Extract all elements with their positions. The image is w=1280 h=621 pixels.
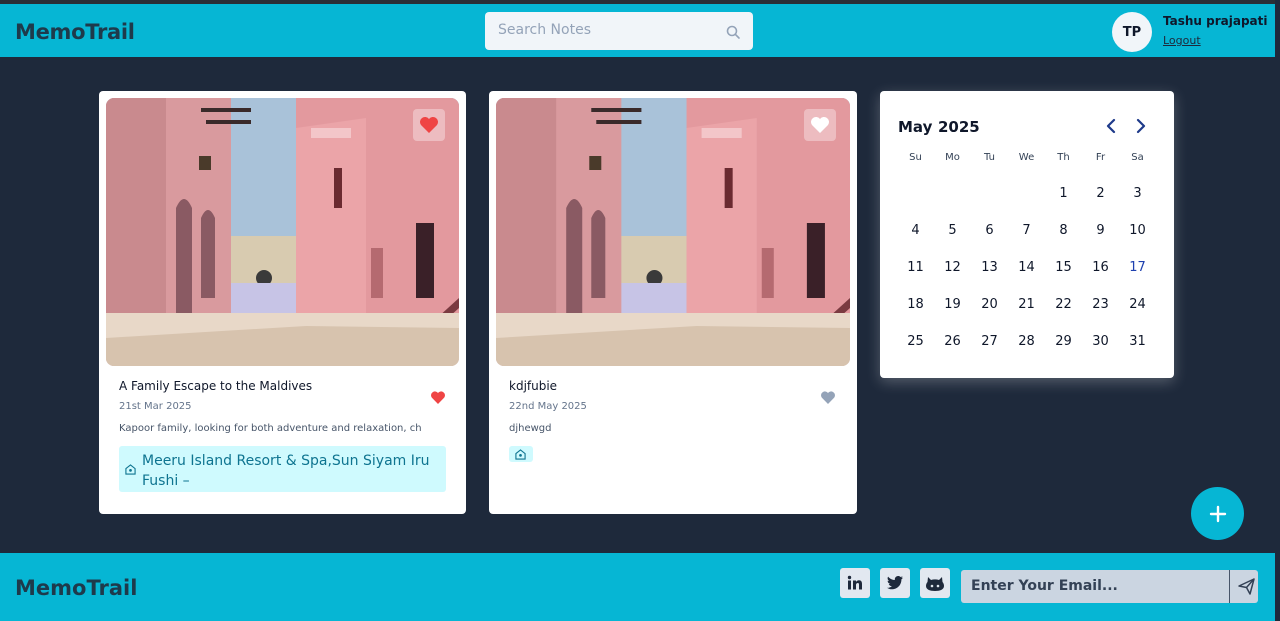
heart-icon [811, 117, 829, 133]
brand-logo[interactable]: MemoTrail [15, 20, 135, 44]
calendar-day[interactable]: 15 [1045, 260, 1082, 275]
linkedin-button[interactable] [840, 568, 870, 598]
chevron-right-icon[interactable] [1134, 118, 1148, 134]
calendar-day[interactable]: 28 [1008, 334, 1045, 349]
add-note-button[interactable] [1191, 487, 1244, 540]
calendar-day[interactable]: 23 [1082, 297, 1119, 312]
calendar-day[interactable]: 29 [1045, 334, 1082, 349]
email-subscribe [961, 570, 1258, 603]
weekday-label: Th [1057, 152, 1070, 163]
calendar-day[interactable]: 19 [934, 297, 971, 312]
calendar-day[interactable]: 7 [1008, 223, 1045, 238]
favorite-toggle[interactable] [804, 109, 836, 141]
calendar-day[interactable]: 11 [897, 260, 934, 275]
weekday-label: We [1018, 152, 1035, 163]
calendar-day[interactable]: 17 [1119, 260, 1156, 275]
window-right-edge [1275, 0, 1280, 621]
weekday-label: Fr [1095, 152, 1106, 163]
calendar-day[interactable]: 22 [1045, 297, 1082, 312]
heart-icon [420, 117, 438, 133]
linkedin-icon [847, 575, 862, 590]
note-title: kdjfubie [509, 379, 558, 393]
search-bar [485, 12, 753, 50]
email-input[interactable] [971, 578, 1221, 594]
calendar-day[interactable]: 2 [1082, 186, 1119, 201]
search-icon[interactable] [725, 24, 741, 40]
weekday-label: Su [909, 152, 922, 163]
heart-icon[interactable] [430, 390, 446, 406]
calendar-day[interactable]: 9 [1082, 223, 1119, 238]
calendar-day[interactable]: 1 [1045, 186, 1082, 201]
heart-icon[interactable] [820, 390, 836, 406]
note-description: Kapoor family, looking for both adventur… [119, 423, 422, 434]
twitter-icon [886, 576, 903, 590]
search-input[interactable] [498, 22, 718, 38]
send-icon[interactable] [1238, 578, 1255, 595]
avatar: TP [1112, 12, 1152, 52]
github-button[interactable] [920, 568, 950, 598]
calendar-day[interactable]: 14 [1008, 260, 1045, 275]
user-name: Tashu prajapati [1163, 14, 1268, 28]
weekday-label: Tu [984, 152, 995, 163]
calendar-day[interactable]: 20 [971, 297, 1008, 312]
location-tag: Meeru Island Resort & Spa,Sun Siyam Iru … [119, 446, 446, 492]
calendar-year[interactable]: 2025 [938, 118, 980, 136]
calendar-day[interactable]: 3 [1119, 186, 1156, 201]
weekday-label: Sa [1131, 152, 1144, 163]
calendar-day[interactable]: 26 [934, 334, 971, 349]
calendar-month[interactable]: May [898, 118, 932, 136]
calendar-day[interactable]: 25 [897, 334, 934, 349]
calendar-day[interactable]: 10 [1119, 223, 1156, 238]
calendar-day[interactable]: 6 [971, 223, 1008, 238]
calendar-day[interactable]: 8 [1045, 223, 1082, 238]
calendar-day[interactable]: 16 [1082, 260, 1119, 275]
note-description: djhewgd [509, 423, 552, 434]
location-icon [125, 464, 136, 475]
note-card[interactable]: A Family Escape to the Maldives 21st Mar… [99, 91, 466, 514]
github-icon [926, 577, 944, 591]
calendar: May 2025 Su Mo Tu We Th Fr Sa 1 2 3 4 5 6 7 8 9 10 11 12 13… [880, 91, 1174, 378]
calendar-day[interactable]: 4 [897, 223, 934, 238]
note-card[interactable]: kdjfubie 22nd May 2025 djhewgd [489, 91, 857, 514]
calendar-day[interactable]: 12 [934, 260, 971, 275]
calendar-day[interactable]: 31 [1119, 334, 1156, 349]
calendar-day[interactable]: 18 [897, 297, 934, 312]
favorite-toggle[interactable] [413, 109, 445, 141]
calendar-day[interactable]: 13 [971, 260, 1008, 275]
calendar-day[interactable]: 30 [1082, 334, 1119, 349]
plus-icon [1209, 505, 1226, 522]
footer-brand: MemoTrail [15, 576, 138, 600]
calendar-day[interactable]: 5 [934, 223, 971, 238]
weekday-label: Mo [945, 152, 960, 163]
note-image [106, 98, 459, 366]
divider [1229, 570, 1230, 603]
logout-button[interactable]: Logout [1163, 34, 1201, 47]
navbar: MemoTrail TP Tashu prajapati Logout [0, 4, 1275, 57]
note-image [496, 98, 850, 366]
calendar-day[interactable]: 24 [1119, 297, 1156, 312]
footer: MemoTrail [0, 553, 1275, 621]
chevron-left-icon[interactable] [1104, 118, 1118, 134]
location-tag [509, 446, 533, 462]
note-title: A Family Escape to the Maldives [119, 379, 313, 393]
calendar-day[interactable]: 21 [1008, 297, 1045, 312]
note-date: 22nd May 2025 [509, 401, 587, 412]
location-icon [515, 449, 526, 460]
calendar-day[interactable]: 27 [971, 334, 1008, 349]
location-text: Meeru Island Resort & Spa,Sun Siyam Iru … [142, 453, 430, 489]
note-date: 21st Mar 2025 [119, 401, 192, 412]
twitter-button[interactable] [880, 568, 910, 598]
